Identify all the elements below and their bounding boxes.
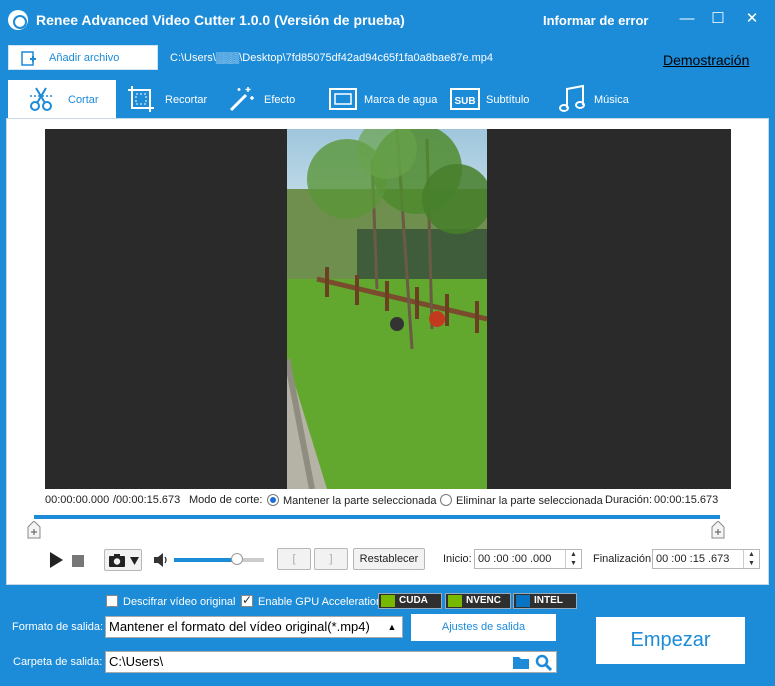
current-time: 00:00:00.000 <box>45 494 110 506</box>
tab-recortar-label: Recortar <box>165 94 208 106</box>
set-start-button[interactable]: [ <box>277 548 311 570</box>
video-frame <box>287 129 487 489</box>
file-path: C:\Users\▒▒▒\Desktop\7fd85075df42ad94c65… <box>170 52 494 64</box>
mode-keep-label: Mantener la parte seleccionada <box>283 495 437 507</box>
video-preview <box>45 129 731 489</box>
start-button[interactable]: Empezar <box>596 617 745 664</box>
volume-fill <box>174 558 237 562</box>
set-end-button[interactable]: ] <box>314 548 348 570</box>
nvenc-badge-text: NVENC <box>466 595 502 606</box>
output-folder-label: Carpeta de salida: <box>13 656 103 668</box>
tab-cortar[interactable]: Cortar <box>8 80 116 118</box>
end-time-label: Finalización: <box>593 553 655 565</box>
decrypt-checkbox[interactable] <box>106 595 118 607</box>
timeline-track[interactable] <box>34 515 720 519</box>
end-marker-handle[interactable] <box>711 521 725 539</box>
reset-button[interactable]: Restablecer <box>353 548 425 570</box>
music-icon <box>559 84 585 112</box>
tab-subtitulo-label: Subtítulo <box>486 94 530 106</box>
subtitle-icon: SUB <box>450 88 480 110</box>
gpu-checkbox[interactable] <box>241 593 253 607</box>
tab-musica[interactable]: Música <box>558 80 648 118</box>
output-format-select[interactable]: Mantener el formato del vídeo original(*… <box>105 616 403 638</box>
mode-keep-radio[interactable]: Mantener la parte seleccionada <box>267 494 436 507</box>
decrypt-option[interactable]: Descifrar vídeo original <box>106 595 236 608</box>
add-file-icon <box>21 51 36 66</box>
volume-slider[interactable] <box>174 553 264 565</box>
start-time-input[interactable]: 00 :00 :00 .000 ▲ ▼ <box>474 549 582 569</box>
start-marker-handle[interactable] <box>27 521 41 539</box>
maximize-button[interactable]: ☐ <box>707 8 729 30</box>
dropdown-arrow-icon[interactable]: ▲ <box>382 617 402 637</box>
app-logo-icon <box>8 10 28 30</box>
duration-value: 00:00:15.673 <box>654 494 719 506</box>
tab-musica-label: Música <box>594 94 629 106</box>
volume-icon[interactable] <box>153 552 169 568</box>
gpu-label: Enable GPU Acceleration <box>258 596 383 608</box>
add-file-button[interactable]: Añadir archivo <box>8 45 158 70</box>
end-time-input[interactable]: 00 :00 :15 .673 ▲ ▼ <box>652 549 760 569</box>
minimize-button[interactable]: — <box>676 8 698 30</box>
close-button[interactable]: ✕ <box>741 8 763 30</box>
tab-marca-de-agua-label: Marca de agua <box>364 94 438 106</box>
watermark-icon <box>329 88 357 110</box>
radio-keep-selected[interactable] <box>267 494 279 506</box>
start-time-label: Inicio: <box>443 553 472 565</box>
nvidia-logo-icon <box>448 595 462 607</box>
demo-link[interactable]: Demostración <box>663 52 749 68</box>
title-bar: Renee Advanced Video Cutter 1.0.0 (Versi… <box>0 0 775 40</box>
volume-knob[interactable] <box>231 553 243 565</box>
duration-label: Duración: <box>605 494 653 506</box>
mode-remove-label: Eliminar la parte seleccionada <box>456 495 603 507</box>
nvenc-badge: NVENC <box>445 593 511 609</box>
gpu-option[interactable]: Enable GPU Acceleration <box>241 593 383 608</box>
add-file-label: Añadir archivo <box>49 52 120 64</box>
nvidia-logo-icon <box>381 595 395 607</box>
output-folder-value: C:\Users\ <box>109 654 164 669</box>
radio-remove-selected[interactable] <box>440 494 452 506</box>
cuda-badge-text: CUDA <box>399 595 428 606</box>
intel-badge: INTEL <box>513 593 577 609</box>
output-settings-button[interactable]: Ajustes de salida <box>411 614 556 641</box>
play-icon[interactable] <box>47 551 65 569</box>
magic-wand-icon <box>229 87 254 112</box>
cut-mode-label: Modo de corte: <box>189 494 263 506</box>
report-error-link[interactable]: Informar de error <box>543 13 648 28</box>
end-time-stepper[interactable]: ▲ ▼ <box>743 550 759 568</box>
intel-badge-text: INTEL <box>534 595 563 606</box>
search-icon[interactable] <box>535 654 553 671</box>
tab-cortar-label: Cortar <box>68 94 99 106</box>
tab-marca-de-agua[interactable]: Marca de agua <box>326 80 442 118</box>
cuda-badge: CUDA <box>378 593 442 609</box>
start-time-value: 00 :00 :00 .000 <box>478 553 552 565</box>
intel-logo-icon <box>516 595 530 607</box>
window-title: Renee Advanced Video Cutter 1.0.0 (Versi… <box>36 12 405 28</box>
crop-icon <box>128 86 154 112</box>
mode-remove-radio[interactable]: Eliminar la parte seleccionada <box>440 494 603 507</box>
end-time-value: 00 :00 :15 .673 <box>656 553 730 565</box>
start-time-stepper[interactable]: ▲ ▼ <box>565 550 581 568</box>
folder-icon[interactable] <box>512 655 530 670</box>
camera-icon <box>109 554 125 567</box>
tab-efecto[interactable]: Efecto <box>224 80 314 118</box>
stop-icon[interactable] <box>71 554 85 568</box>
svg-text:SUB: SUB <box>454 96 475 107</box>
decrypt-label: Descifrar vídeo original <box>123 596 236 608</box>
output-format-label: Formato de salida: <box>12 621 104 633</box>
output-format-value: Mantener el formato del vídeo original(*… <box>109 619 370 634</box>
chevron-down-icon <box>130 557 139 565</box>
snapshot-button[interactable] <box>104 549 142 571</box>
tab-subtitulo[interactable]: SUB Subtítulo <box>450 80 548 118</box>
editor-panel: 00:00:00.000 /00:00:15.673 Modo de corte… <box>6 118 769 585</box>
output-folder-input[interactable]: C:\Users\ <box>105 651 557 673</box>
total-time: /00:00:15.673 <box>113 494 181 506</box>
tab-efecto-label: Efecto <box>264 94 296 106</box>
scissors-icon <box>30 87 52 111</box>
tab-recortar[interactable]: Recortar <box>124 80 216 118</box>
